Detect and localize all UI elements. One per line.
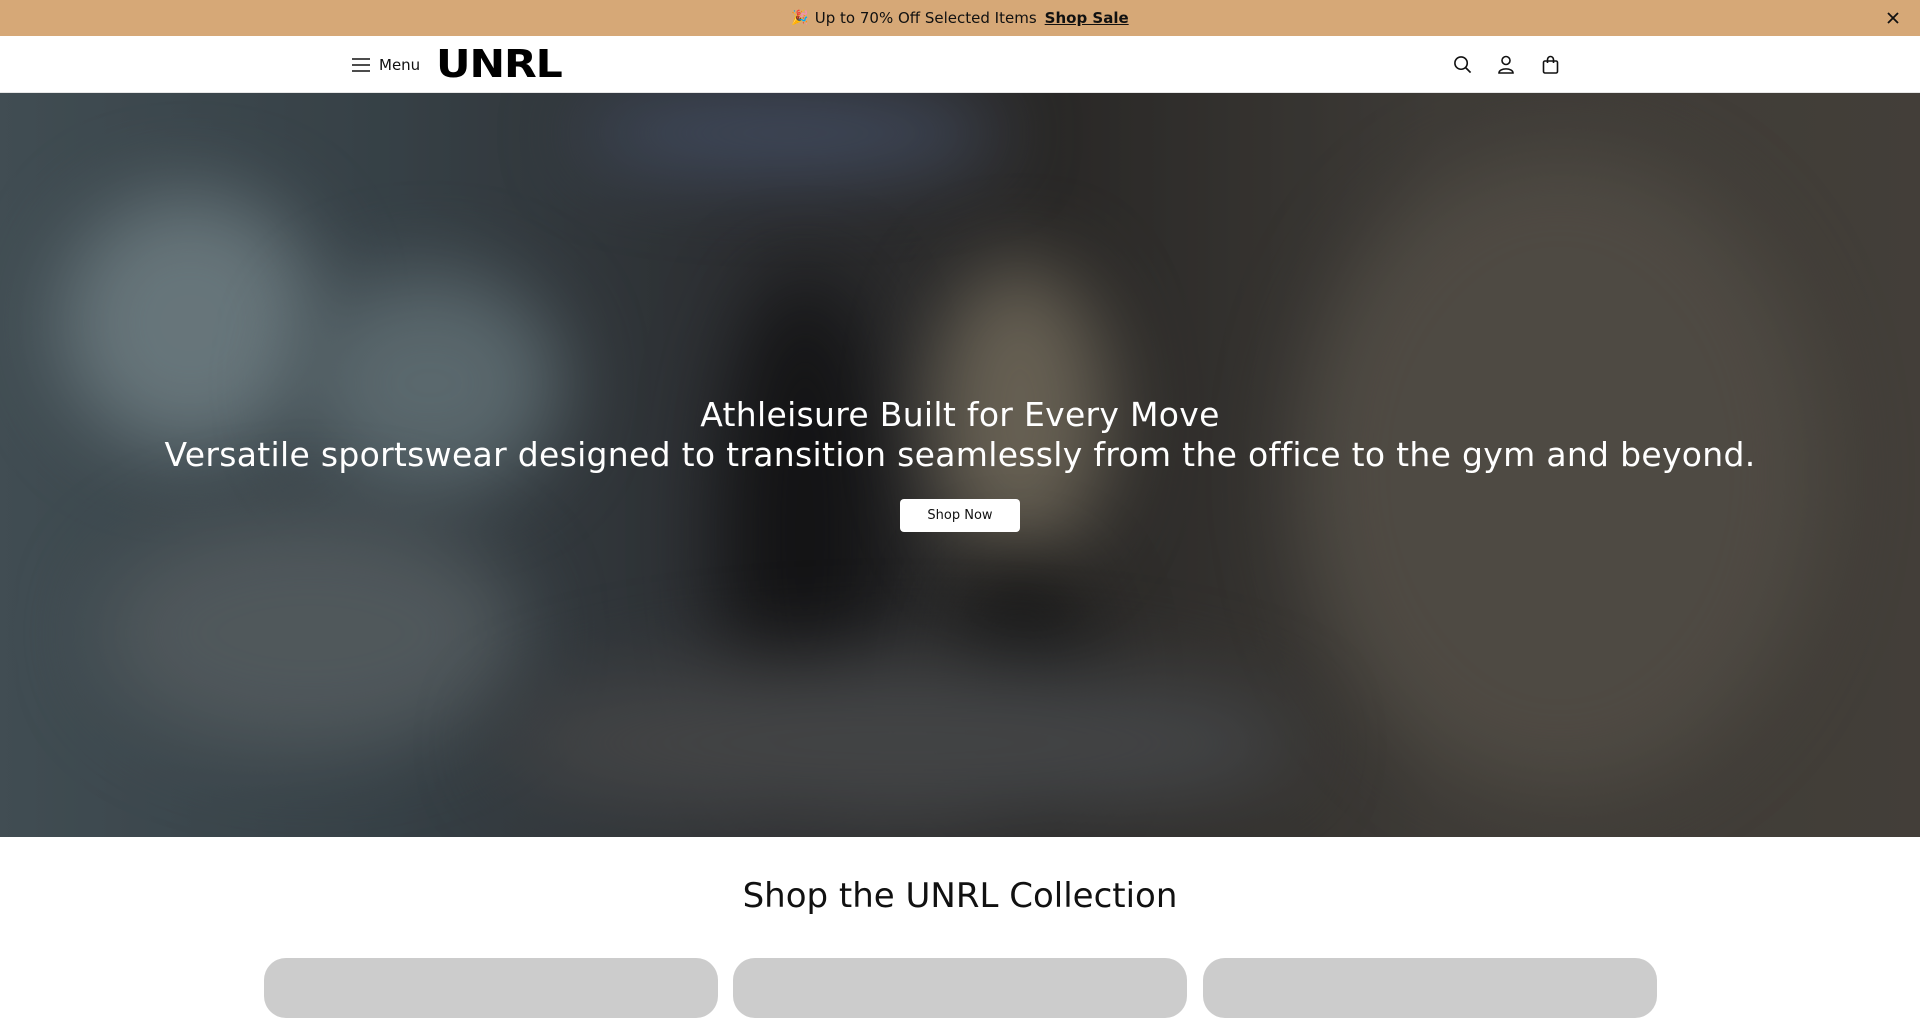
hero-content: Athleisure Built for Every Move Versatil… (0, 395, 1920, 532)
collection-card[interactable] (733, 958, 1187, 1018)
search-button[interactable] (1451, 53, 1473, 75)
hero-banner: Athleisure Built for Every Move Versatil… (0, 93, 1920, 837)
shop-sale-link[interactable]: Shop Sale (1045, 9, 1129, 27)
hero-title: Athleisure Built for Every Move (700, 395, 1220, 434)
collection-card[interactable] (1203, 958, 1657, 1018)
menu-label: Menu (379, 56, 421, 74)
account-icon (1498, 55, 1514, 74)
close-announcement-button[interactable] (1882, 7, 1904, 29)
hamburger-icon (352, 58, 370, 72)
hero-subtitle: Versatile sportswear designed to transit… (164, 435, 1756, 474)
announcement-bar: 🎉 Up to 70% Off Selected Items Shop Sale (0, 0, 1920, 36)
bag-icon (1542, 55, 1558, 74)
brand-logo[interactable]: UNRL (436, 45, 563, 83)
collection-title: Shop the UNRL Collection (742, 876, 1178, 916)
party-icon: 🎉 (791, 10, 809, 26)
site-header: Menu UNRL (0, 36, 1920, 93)
menu-button[interactable]: Menu (352, 52, 420, 78)
announcement-text: Up to 70% Off Selected Items (814, 9, 1037, 27)
cart-button[interactable] (1539, 53, 1561, 75)
close-icon (1887, 12, 1899, 24)
search-icon (1453, 55, 1471, 73)
shop-now-button[interactable]: Shop Now (900, 499, 1020, 532)
account-button[interactable] (1495, 53, 1517, 75)
collection-card[interactable] (264, 958, 718, 1018)
